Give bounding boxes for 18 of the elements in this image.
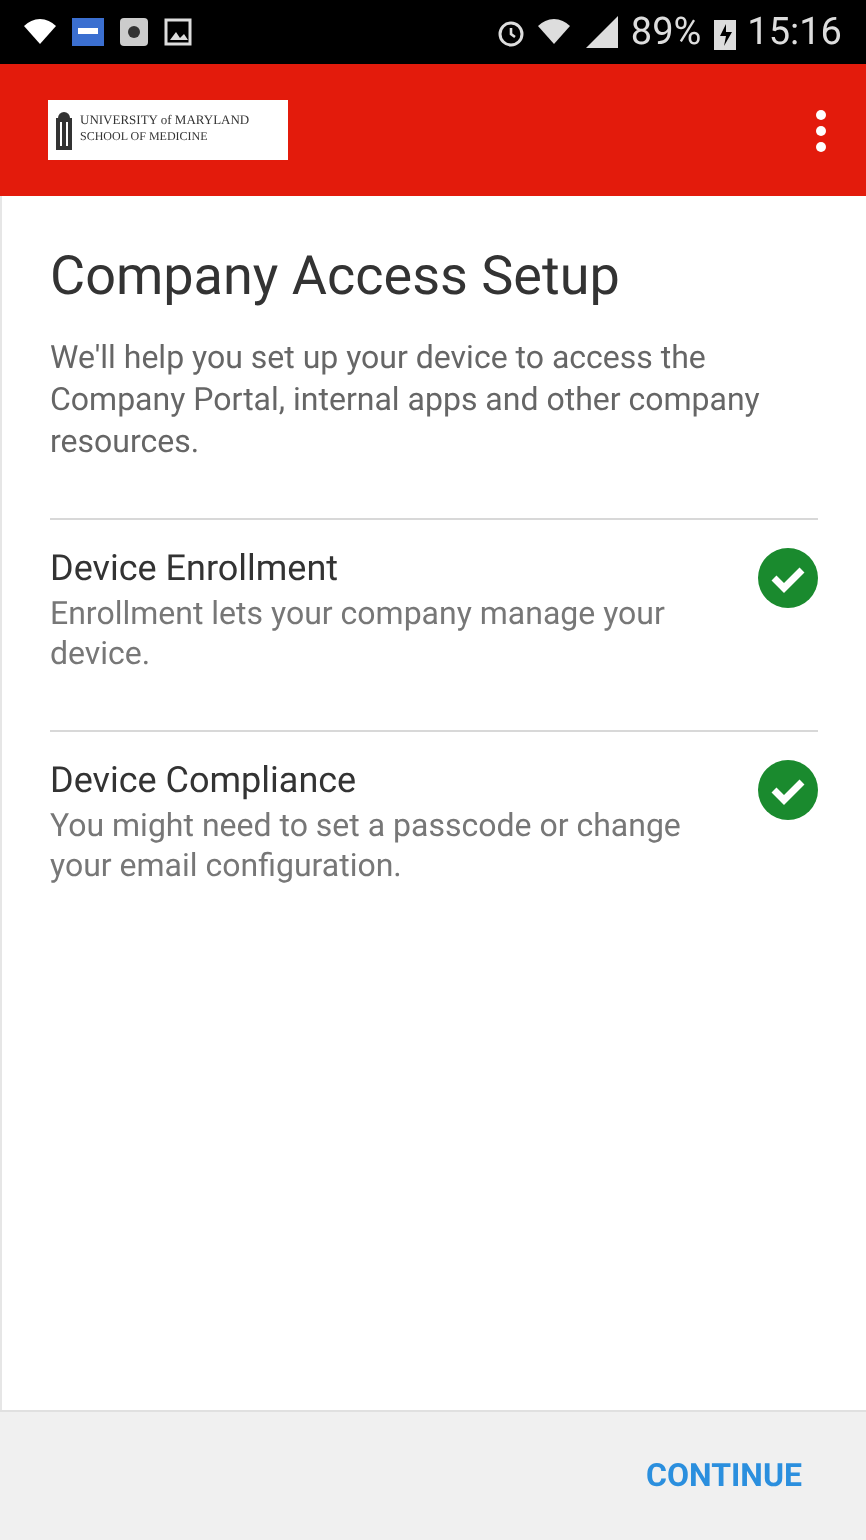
- battery-level: 89%: [630, 5, 702, 58]
- step-description: Enrollment lets your company manage your device.: [50, 593, 667, 674]
- wifi-icon: [538, 18, 571, 46]
- step-title: Device Compliance: [50, 757, 359, 806]
- alarm-icon: [496, 17, 527, 47]
- camera-icon: [120, 18, 148, 46]
- building-icon: [56, 110, 72, 150]
- wifi-icon: [24, 18, 56, 46]
- clock: 15:16: [747, 5, 842, 58]
- continue-button[interactable]: CONTINUE: [638, 1436, 810, 1516]
- battery-icon: [713, 15, 736, 49]
- app-icon: [72, 18, 104, 46]
- image-icon: [164, 18, 192, 46]
- page-description: We'll help you set up your device to access the Company Portal, internal apps and other company resources.: [50, 335, 762, 462]
- page-title: Company Access Setup: [50, 244, 622, 312]
- step-title: Device Enrollment: [50, 545, 341, 594]
- signal-icon: [582, 16, 619, 48]
- step-description: You might need to set a passcode or change your email configuration.: [50, 805, 683, 886]
